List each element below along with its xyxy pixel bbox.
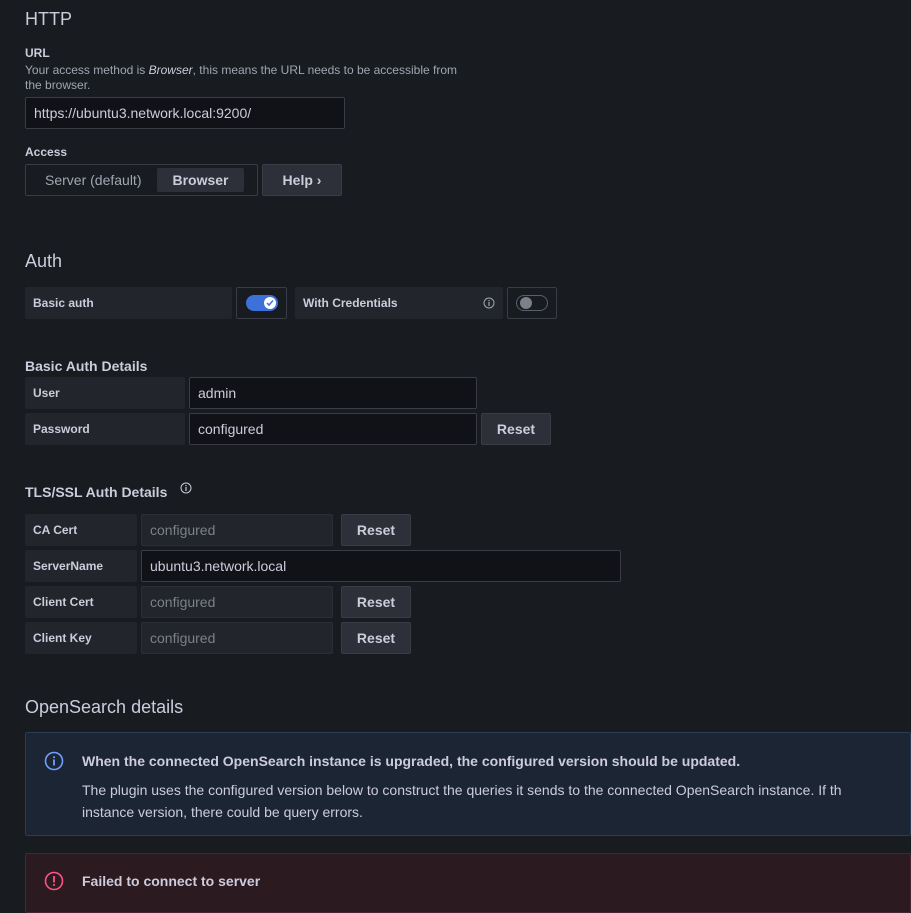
connection-error-text: Failed to connect to server bbox=[82, 873, 261, 889]
opensearch-section-title: OpenSearch details bbox=[25, 697, 184, 717]
user-label: User bbox=[25, 377, 185, 409]
error-circle-icon bbox=[44, 871, 64, 891]
basic-auth-details-title: Basic Auth Details bbox=[25, 358, 148, 374]
with-credentials-label: With Credentials bbox=[303, 296, 398, 310]
info-circle-icon bbox=[44, 751, 64, 771]
info-icon[interactable] bbox=[483, 297, 495, 309]
client-cert-label: Client Cert bbox=[25, 586, 137, 618]
version-info-body-line2: instance version, there could be query e… bbox=[82, 804, 363, 820]
version-info-body-line1: The plugin uses the configured version b… bbox=[82, 782, 842, 798]
access-option-server[interactable]: Server (default) bbox=[29, 168, 157, 192]
tls-info-icon[interactable] bbox=[180, 482, 192, 494]
toggle-knob bbox=[520, 297, 532, 309]
ca-cert-input[interactable]: configured bbox=[141, 514, 333, 546]
help-button-label: Help bbox=[282, 172, 313, 188]
url-desc-suffix: , this means the URL needs to be accessi… bbox=[192, 63, 457, 77]
server-name-label: ServerName bbox=[25, 550, 137, 582]
access-selector: Server (default) Browser bbox=[25, 164, 258, 196]
access-label: Access bbox=[25, 145, 68, 159]
with-credentials-toggle[interactable] bbox=[516, 295, 548, 311]
check-icon bbox=[263, 297, 276, 309]
version-info-alert: When the connected OpenSearch instance i… bbox=[25, 732, 911, 836]
connection-error-alert: Failed to connect to server bbox=[25, 853, 911, 913]
chevron-right-icon: › bbox=[316, 172, 322, 188]
tls-details-title: TLS/SSL Auth Details bbox=[25, 484, 168, 500]
client-cert-input[interactable]: configured bbox=[141, 586, 333, 618]
client-key-reset-button[interactable]: Reset bbox=[341, 622, 411, 654]
password-input[interactable]: configured bbox=[189, 413, 477, 445]
client-cert-reset-button[interactable]: Reset bbox=[341, 586, 411, 618]
access-option-browser[interactable]: Browser bbox=[157, 168, 244, 192]
user-input[interactable]: admin bbox=[189, 377, 477, 409]
url-input[interactable]: https://ubuntu3.network.local:9200/ bbox=[25, 97, 345, 129]
http-section-title: HTTP bbox=[25, 9, 72, 29]
with-credentials-toggle-wrap[interactable] bbox=[507, 287, 557, 319]
client-key-label: Client Key bbox=[25, 622, 137, 654]
basic-auth-label: Basic auth bbox=[25, 287, 232, 319]
url-label: URL bbox=[25, 46, 50, 60]
basic-auth-toggle[interactable] bbox=[245, 295, 278, 311]
server-name-input[interactable]: ubuntu3.network.local bbox=[141, 550, 621, 582]
ca-cert-label: CA Cert bbox=[25, 514, 137, 546]
version-info-body: The plugin uses the configured version b… bbox=[82, 779, 842, 823]
basic-auth-toggle-wrap[interactable] bbox=[236, 287, 287, 319]
ca-cert-reset-button[interactable]: Reset bbox=[341, 514, 411, 546]
with-credentials-label-box: With Credentials bbox=[295, 287, 503, 319]
password-label: Password bbox=[25, 413, 185, 445]
password-reset-button[interactable]: Reset bbox=[481, 413, 551, 445]
url-desc-line2: the browser. bbox=[25, 78, 91, 92]
version-info-title: When the connected OpenSearch instance i… bbox=[82, 753, 741, 769]
auth-section-title: Auth bbox=[25, 251, 63, 271]
url-desc-method: Browser bbox=[148, 63, 193, 77]
url-desc-prefix: Your access method is bbox=[25, 63, 149, 77]
url-description: Your access method is Browser, this mean… bbox=[25, 63, 505, 93]
help-button[interactable]: Help › bbox=[262, 164, 342, 196]
client-key-input[interactable]: configured bbox=[141, 622, 333, 654]
